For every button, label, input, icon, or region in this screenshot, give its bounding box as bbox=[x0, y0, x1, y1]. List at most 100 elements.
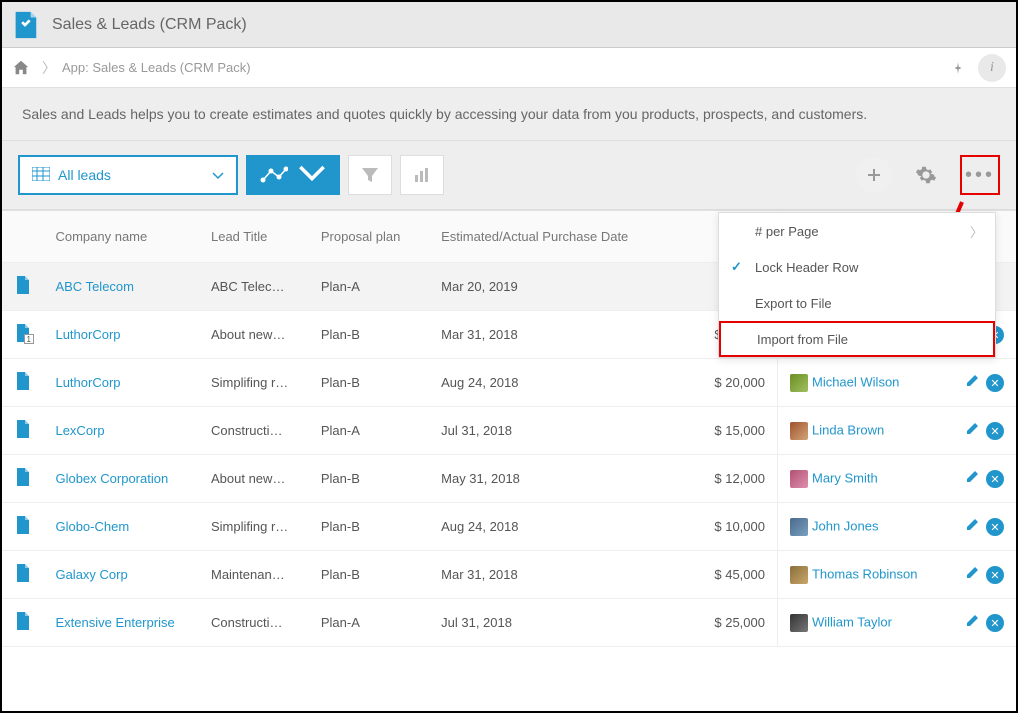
edit-button[interactable] bbox=[966, 519, 980, 534]
cell-price: $ 15,000 bbox=[697, 407, 778, 455]
cell-plan: Plan-A bbox=[309, 599, 429, 647]
grid-icon bbox=[32, 167, 50, 184]
more-icon: ••• bbox=[965, 164, 995, 187]
edit-button[interactable] bbox=[966, 423, 980, 438]
col-company[interactable]: Company name bbox=[43, 211, 199, 263]
cell-date: May 31, 2018 bbox=[429, 455, 696, 503]
bar-chart-button[interactable] bbox=[400, 155, 444, 195]
owner-link[interactable]: John Jones bbox=[812, 518, 879, 533]
header: Sales & Leads (CRM Pack) bbox=[2, 2, 1016, 48]
col-date[interactable]: Estimated/Actual Purchase Date bbox=[429, 211, 696, 263]
doc-icon bbox=[16, 420, 30, 438]
owner-link[interactable]: William Taylor bbox=[812, 614, 892, 629]
pin-icon[interactable] bbox=[946, 56, 970, 80]
menu-label: Import from File bbox=[757, 332, 848, 347]
cell-date: Aug 24, 2018 bbox=[429, 359, 696, 407]
cell-plan: Plan-A bbox=[309, 407, 429, 455]
cell-plan: Plan-A bbox=[309, 263, 429, 311]
edit-button[interactable] bbox=[966, 471, 980, 486]
doc-icon bbox=[16, 516, 30, 534]
chart-button[interactable] bbox=[246, 155, 340, 195]
avatar bbox=[790, 566, 808, 584]
company-link[interactable]: Globo-Chem bbox=[55, 519, 129, 534]
company-link[interactable]: Extensive Enterprise bbox=[55, 615, 174, 630]
app-icon bbox=[4, 4, 46, 46]
edit-button[interactable] bbox=[966, 567, 980, 582]
cell-date: Mar 20, 2019 bbox=[429, 263, 696, 311]
more-menu: # per Page 〉 ✓ Lock Header Row Export to… bbox=[718, 212, 996, 358]
owner-link[interactable]: Thomas Robinson bbox=[812, 566, 918, 581]
delete-button[interactable]: ✕ bbox=[986, 566, 1004, 584]
cell-price: $ 20,000 bbox=[697, 359, 778, 407]
company-link[interactable]: LuthorCorp bbox=[55, 375, 120, 390]
edit-button[interactable] bbox=[966, 375, 980, 390]
view-dropdown[interactable]: All leads bbox=[18, 155, 238, 195]
delete-button[interactable]: ✕ bbox=[986, 518, 1004, 536]
company-link[interactable]: Galaxy Corp bbox=[55, 567, 127, 582]
edit-button[interactable] bbox=[966, 615, 980, 630]
company-link[interactable]: LuthorCorp bbox=[55, 327, 120, 342]
cell-title: About new… bbox=[199, 455, 309, 503]
table-row[interactable]: LexCorp Constructi…Plan-AJul 31, 2018$ 15… bbox=[2, 407, 1016, 455]
doc-icon bbox=[16, 612, 30, 630]
doc-icon bbox=[16, 564, 30, 582]
col-plan[interactable]: Proposal plan bbox=[309, 211, 429, 263]
doc-icon: 1 bbox=[16, 324, 30, 342]
company-link[interactable]: ABC Telecom bbox=[55, 279, 134, 294]
menu-lock-header[interactable]: ✓ Lock Header Row bbox=[719, 249, 995, 285]
avatar bbox=[790, 470, 808, 488]
menu-per-page[interactable]: # per Page 〉 bbox=[719, 213, 995, 249]
owner-link[interactable]: Mary Smith bbox=[812, 470, 878, 485]
filter-button[interactable] bbox=[348, 155, 392, 195]
menu-export[interactable]: Export to File bbox=[719, 285, 995, 321]
chevron-right-icon: 〉 bbox=[970, 222, 983, 241]
company-link[interactable]: Globex Corporation bbox=[55, 471, 168, 486]
breadcrumb: 〉 App: Sales & Leads (CRM Pack) i bbox=[2, 48, 1016, 88]
table-row[interactable]: Extensive EnterpriseConstructi…Plan-AJul… bbox=[2, 599, 1016, 647]
doc-icon bbox=[16, 468, 30, 486]
cell-title: ABC Telec… bbox=[199, 263, 309, 311]
menu-label: Export to File bbox=[755, 296, 832, 311]
cell-date: Mar 31, 2018 bbox=[429, 551, 696, 599]
table-row[interactable]: Globex CorporationAbout new…Plan-BMay 31… bbox=[2, 455, 1016, 503]
description: Sales and Leads helps you to create esti… bbox=[2, 88, 1016, 141]
table-row[interactable]: Galaxy CorpMaintenan…Plan-BMar 31, 2018$… bbox=[2, 551, 1016, 599]
menu-import[interactable]: Import from File bbox=[719, 321, 995, 357]
breadcrumb-separator: 〉 bbox=[42, 58, 56, 78]
cell-plan: Plan-B bbox=[309, 359, 429, 407]
add-button[interactable] bbox=[856, 157, 892, 193]
owner-link[interactable]: Linda Brown bbox=[812, 422, 884, 437]
owner-link[interactable]: Michael Wilson bbox=[812, 374, 899, 389]
cell-date: Jul 31, 2018 bbox=[429, 407, 696, 455]
cell-title: Maintenan… bbox=[199, 551, 309, 599]
cell-date: Jul 31, 2018 bbox=[429, 599, 696, 647]
cell-plan: Plan-B bbox=[309, 311, 429, 359]
avatar bbox=[790, 374, 808, 392]
col-title[interactable]: Lead Title bbox=[199, 211, 309, 263]
chevron-down-icon bbox=[298, 164, 326, 187]
more-button[interactable]: ••• bbox=[960, 155, 1000, 195]
info-icon[interactable]: i bbox=[978, 54, 1006, 82]
cell-price: $ 12,000 bbox=[697, 455, 778, 503]
cell-price: $ 25,000 bbox=[697, 599, 778, 647]
delete-button[interactable]: ✕ bbox=[986, 470, 1004, 488]
delete-button[interactable]: ✕ bbox=[986, 614, 1004, 632]
breadcrumb-text: App: Sales & Leads (CRM Pack) bbox=[62, 60, 251, 75]
avatar bbox=[790, 518, 808, 536]
delete-button[interactable]: ✕ bbox=[986, 374, 1004, 392]
doc-icon bbox=[16, 372, 30, 390]
menu-label: Lock Header Row bbox=[755, 260, 858, 275]
cell-title: Simplifing r… bbox=[199, 359, 309, 407]
doc-icon bbox=[16, 276, 30, 294]
home-icon[interactable] bbox=[12, 59, 30, 77]
gear-icon[interactable] bbox=[906, 155, 946, 195]
cell-title: Constructi… bbox=[199, 407, 309, 455]
table-row[interactable]: LuthorCorp Simplifing r…Plan-BAug 24, 201… bbox=[2, 359, 1016, 407]
avatar bbox=[790, 422, 808, 440]
company-link[interactable]: LexCorp bbox=[55, 423, 104, 438]
table-row[interactable]: Globo-ChemSimplifing r…Plan-BAug 24, 201… bbox=[2, 503, 1016, 551]
delete-button[interactable]: ✕ bbox=[986, 422, 1004, 440]
cell-price: $ 10,000 bbox=[697, 503, 778, 551]
menu-label: # per Page bbox=[755, 224, 819, 239]
cell-price: $ 45,000 bbox=[697, 551, 778, 599]
